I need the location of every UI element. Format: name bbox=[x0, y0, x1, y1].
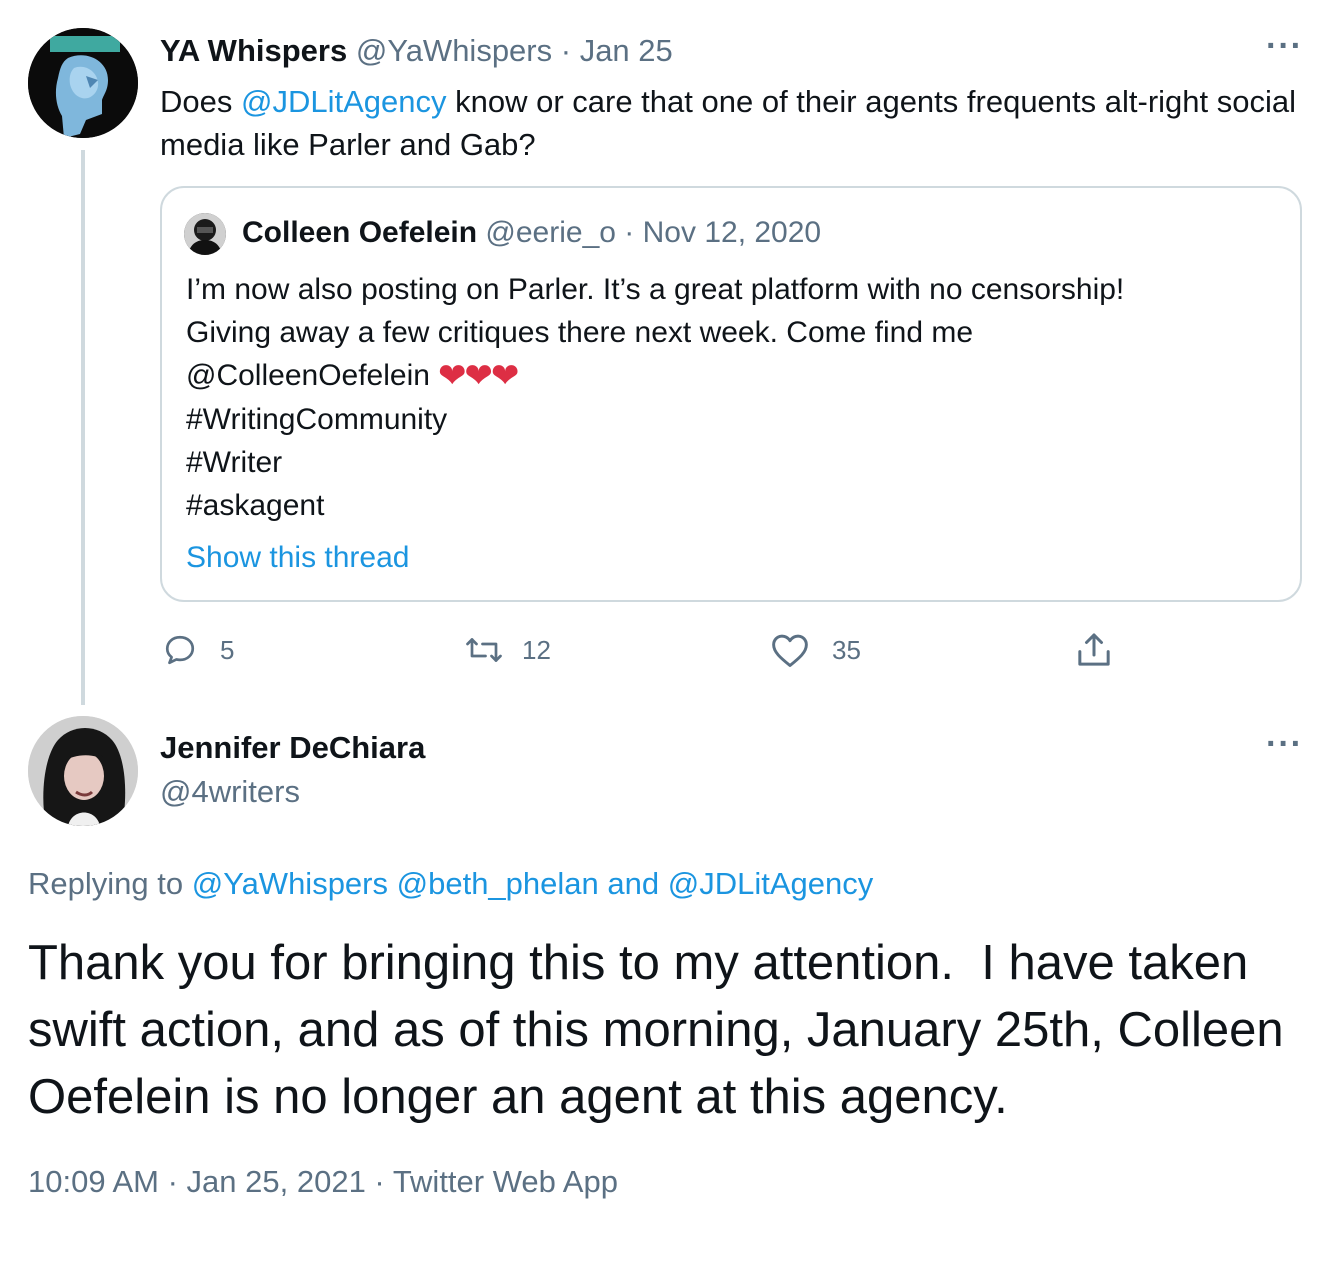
separator bbox=[388, 866, 397, 901]
hashtag: #Writer bbox=[186, 446, 283, 479]
hashtag: #askagent bbox=[186, 489, 325, 522]
display-name[interactable]: YA Whispers bbox=[160, 33, 347, 68]
tweet-source[interactable]: Twitter Web App bbox=[393, 1164, 618, 1199]
like-button[interactable]: 35 bbox=[770, 628, 861, 672]
tweet-text: Does @JDLitAgency know or care that one … bbox=[160, 80, 1310, 166]
hashtag: #WritingCommunity bbox=[186, 403, 448, 436]
quoted-line: @ColleenOefelein ❤❤❤ bbox=[186, 354, 1124, 398]
retweet-count: 12 bbox=[522, 634, 551, 665]
replying-to: Replying to @YaWhispers @beth_phelan and… bbox=[28, 864, 873, 904]
tweet-metadata: 10:09 AM · Jan 25, 2021 · Twitter Web Ap… bbox=[28, 1162, 618, 1202]
reply-icon bbox=[165, 635, 195, 665]
quoted-user-handle: @eerie_o bbox=[485, 216, 616, 249]
replying-prefix: Replying to bbox=[28, 866, 192, 901]
separator: · bbox=[615, 216, 643, 249]
quoted-line: I’m now also posting on Parler. It’s a g… bbox=[186, 273, 1125, 306]
more-icon[interactable]: ··· bbox=[1266, 727, 1303, 761]
mention-link[interactable]: @JDLitAgency bbox=[668, 866, 874, 901]
more-icon[interactable]: ··· bbox=[1266, 29, 1303, 63]
user-handle[interactable]: @YaWhispers bbox=[356, 33, 552, 68]
show-thread-link[interactable]: Show this thread bbox=[186, 538, 409, 578]
quoted-line: Giving away a few critiques there next w… bbox=[186, 316, 974, 349]
mention-link[interactable]: @YaWhispers bbox=[192, 866, 388, 901]
tweet-header: YA Whispers @YaWhispers · Jan 25 bbox=[160, 32, 673, 70]
tweet-time[interactable]: 10:09 AM bbox=[28, 1164, 159, 1199]
quoted-display-name: Colleen Oefelein bbox=[242, 216, 478, 249]
quoted-tweet-text: I’m now also posting on Parler. It’s a g… bbox=[186, 268, 1124, 527]
reply-button[interactable]: 5 bbox=[162, 628, 234, 672]
quoted-tweet-date: Nov 12, 2020 bbox=[642, 216, 822, 249]
share-icon bbox=[1078, 633, 1110, 666]
separator: · bbox=[365, 1164, 393, 1199]
separator: · bbox=[552, 33, 580, 68]
tweet-text: Thank you for bringing this to my attent… bbox=[28, 936, 1298, 1124]
avatar-image bbox=[28, 28, 138, 138]
quoted-avatar-image bbox=[184, 213, 226, 255]
tweet-text-part: Does bbox=[160, 84, 241, 119]
quoted-mention: @ColleenOefelein bbox=[186, 359, 430, 392]
avatar[interactable] bbox=[28, 28, 138, 138]
retweet-icon bbox=[466, 638, 502, 662]
separator: · bbox=[158, 1164, 187, 1199]
like-icon bbox=[772, 634, 808, 668]
tweet-date[interactable]: Jan 25, 2021 bbox=[187, 1164, 366, 1199]
mention-link[interactable]: @JDLitAgency bbox=[241, 84, 447, 119]
share-button[interactable] bbox=[1074, 628, 1114, 672]
display-name[interactable]: Jennifer DeChiara bbox=[160, 728, 425, 768]
reply-count: 5 bbox=[220, 634, 235, 665]
user-handle[interactable]: @4writers bbox=[160, 772, 300, 812]
retweet-button[interactable]: 12 bbox=[464, 628, 551, 672]
quoted-tweet-header: Colleen Oefelein @eerie_o · Nov 12, 2020 bbox=[242, 214, 821, 252]
like-count: 35 bbox=[832, 634, 861, 665]
heart-emojis: ❤❤❤ bbox=[437, 357, 519, 395]
avatar[interactable] bbox=[28, 716, 138, 826]
mention-link[interactable]: @beth_phelan bbox=[397, 866, 599, 901]
replying-and: and bbox=[598, 866, 668, 901]
thread-connector-line bbox=[81, 150, 85, 705]
avatar-image bbox=[28, 716, 138, 826]
tweet-date[interactable]: Jan 25 bbox=[580, 33, 673, 68]
quoted-avatar bbox=[184, 213, 226, 255]
